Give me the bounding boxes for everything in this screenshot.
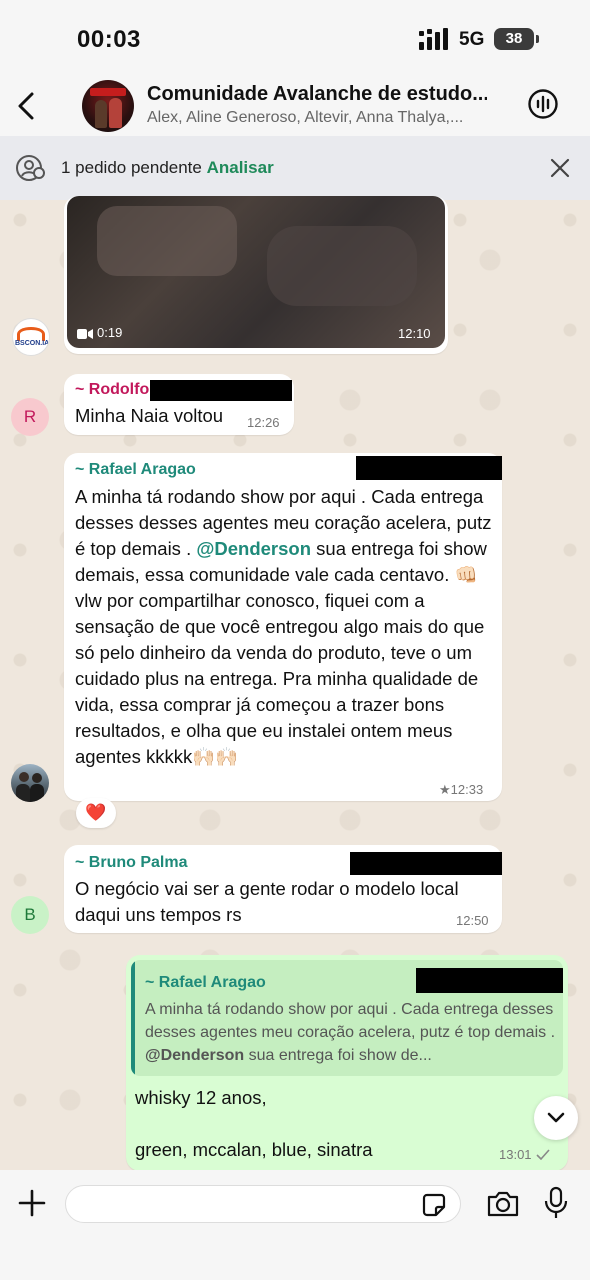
message-line: whisky 12 anos, — [135, 1087, 267, 1108]
video-thumbnail[interactable] — [67, 196, 445, 348]
quote-text-part: A minha tá rodando show por aqui . Cada … — [145, 1001, 556, 1041]
pending-text: 1 pedido pendente Analisar — [61, 158, 274, 178]
microphone-icon[interactable] — [543, 1186, 569, 1220]
message-time: 12:50 — [456, 913, 489, 928]
delivered-check-icon — [536, 1149, 550, 1160]
pending-label: 1 pedido pendente — [61, 158, 207, 177]
sender-avatar[interactable]: BSCON.IA — [12, 318, 50, 356]
pending-request-bar: 1 pedido pendente Analisar — [0, 136, 590, 200]
message-line: green, mccalan, blue, sinatra — [135, 1139, 373, 1160]
quote-sender: ~ Rafael Aragao — [145, 974, 266, 991]
group-title[interactable]: Comunidade Avalanche de estudo... — [147, 83, 487, 106]
plus-icon[interactable] — [18, 1189, 46, 1217]
quote-text-part: sua entrega foi show de... — [244, 1047, 432, 1064]
message-text-part: sua entrega foi show demais, essa comuni… — [75, 538, 487, 767]
message-bubble[interactable]: ~ Rafael Aragao A minha tá rodando show … — [64, 453, 502, 801]
group-avatar[interactable] — [82, 80, 134, 132]
message-bubble[interactable]: ~ Rodolfo Minha Naia voltou 12:26 — [64, 374, 294, 435]
close-icon[interactable] — [549, 157, 571, 179]
network-type: 5G — [459, 29, 485, 50]
group-members[interactable]: Alex, Aline Generoso, Altevir, Anna Thal… — [147, 109, 492, 127]
video-duration: 0:19 — [97, 325, 123, 340]
message-text: Minha Naia voltou — [75, 405, 224, 426]
message-text: A minha tá rodando show por aqui . Cada … — [75, 484, 493, 770]
quote-text: A minha tá rodando show por aqui . Cada … — [145, 998, 557, 1067]
redacted-phone — [416, 968, 563, 993]
sticker-icon[interactable] — [422, 1193, 446, 1217]
status-bar: 00:03 5G 38 — [0, 0, 590, 78]
signal-icon — [419, 28, 448, 50]
message-bubble[interactable]: ~ Bruno Palma O negócio vai ser a gente … — [64, 845, 502, 933]
mention-link[interactable]: @Denderson — [196, 538, 311, 559]
sender-name[interactable]: ~ Bruno Palma — [75, 854, 187, 872]
avatar-logo-text: BSCON.IA — [15, 340, 50, 347]
redacted-phone — [356, 456, 502, 480]
outgoing-message[interactable]: ~ Rafael Aragao A minha tá rodando show … — [126, 955, 568, 1171]
message-time: 13:01 — [499, 1147, 532, 1162]
sender-avatar-photo[interactable] — [11, 764, 49, 802]
community-members-icon — [16, 155, 45, 181]
video-camera-icon — [77, 329, 93, 339]
redacted-phone — [350, 852, 502, 875]
quoted-message[interactable]: ~ Rafael Aragao A minha tá rodando show … — [131, 960, 563, 1076]
video-message[interactable]: 0:19 12:10 — [64, 196, 448, 354]
sender-name[interactable]: ~ Rafael Aragao — [75, 461, 196, 479]
quote-mention: @Denderson — [145, 1047, 245, 1064]
clock: 00:03 — [77, 26, 141, 53]
message-time: 12:10 — [398, 326, 431, 341]
battery-icon: 38 — [494, 28, 539, 50]
sender-name[interactable]: ~ Rodolfo — [75, 381, 149, 399]
message-input[interactable] — [65, 1185, 461, 1223]
sender-avatar[interactable]: B — [11, 896, 49, 934]
sender-avatar[interactable]: R — [11, 398, 49, 436]
audio-wave-icon[interactable] — [527, 88, 559, 120]
scroll-down-button[interactable] — [534, 1096, 578, 1140]
input-bar — [0, 1170, 590, 1280]
redacted-phone — [150, 380, 292, 401]
camera-icon[interactable] — [486, 1190, 520, 1218]
reaction-heart[interactable]: ❤️ — [76, 798, 116, 828]
message-text: O negócio vai ser a gente rodar o modelo… — [75, 878, 459, 925]
review-link[interactable]: Analisar — [207, 158, 274, 177]
chevron-down-icon — [547, 1112, 565, 1123]
message-time: 12:26 — [247, 415, 280, 430]
message-time: ★12:33 — [439, 782, 484, 797]
back-chevron-icon[interactable] — [12, 86, 42, 126]
chat-header: Comunidade Avalanche de estudo... Alex, … — [0, 78, 590, 136]
